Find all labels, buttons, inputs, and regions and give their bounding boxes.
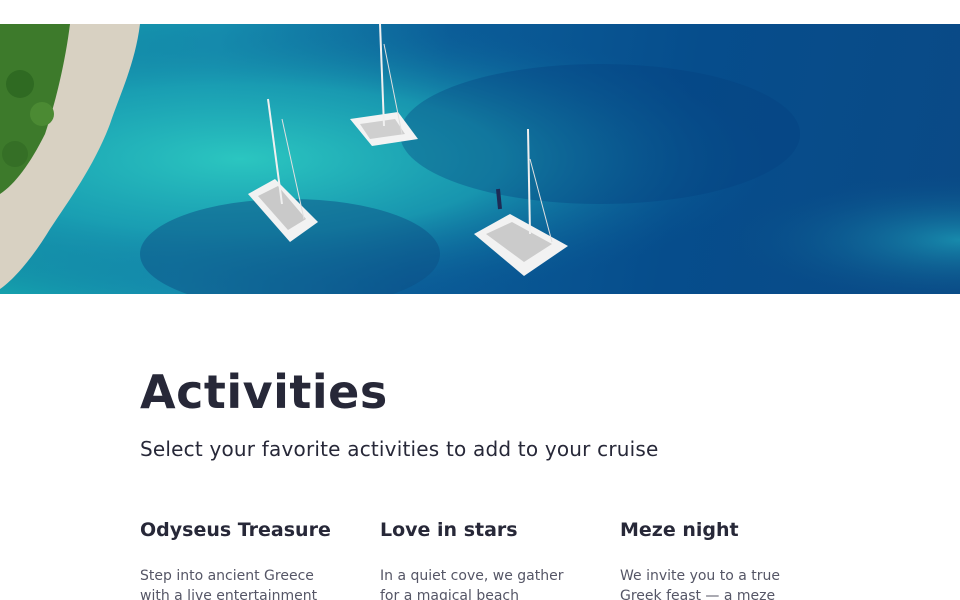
activities-section: Activities Select your favorite activiti… bbox=[140, 360, 860, 600]
activity-card-description: Step into ancient Greece with a live ent… bbox=[140, 568, 318, 600]
activity-card-title: Love in stars bbox=[380, 519, 518, 541]
activity-card-title: Meze night bbox=[620, 519, 739, 541]
activity-card-meze-night[interactable]: Meze night We invite you to a true Greek… bbox=[620, 510, 820, 600]
page-title: Activities bbox=[140, 365, 388, 419]
activity-card-love-in-stars[interactable]: Love in stars In a quiet cove, we gather… bbox=[380, 510, 580, 600]
activity-card-description: In a quiet cove, we gather for a magical… bbox=[380, 568, 564, 600]
activity-card-odyseus-treasure[interactable]: Odyseus Treasure Step into ancient Greec… bbox=[140, 510, 340, 600]
activity-cards: Odyseus Treasure Step into ancient Greec… bbox=[140, 510, 860, 600]
hero-image bbox=[0, 24, 960, 294]
page-subtitle: Select your favorite activities to add t… bbox=[140, 437, 659, 461]
activity-card-title: Odyseus Treasure bbox=[140, 519, 331, 541]
hero-illustration bbox=[0, 24, 960, 294]
activity-card-description: We invite you to a true Greek feast — a … bbox=[620, 568, 781, 600]
